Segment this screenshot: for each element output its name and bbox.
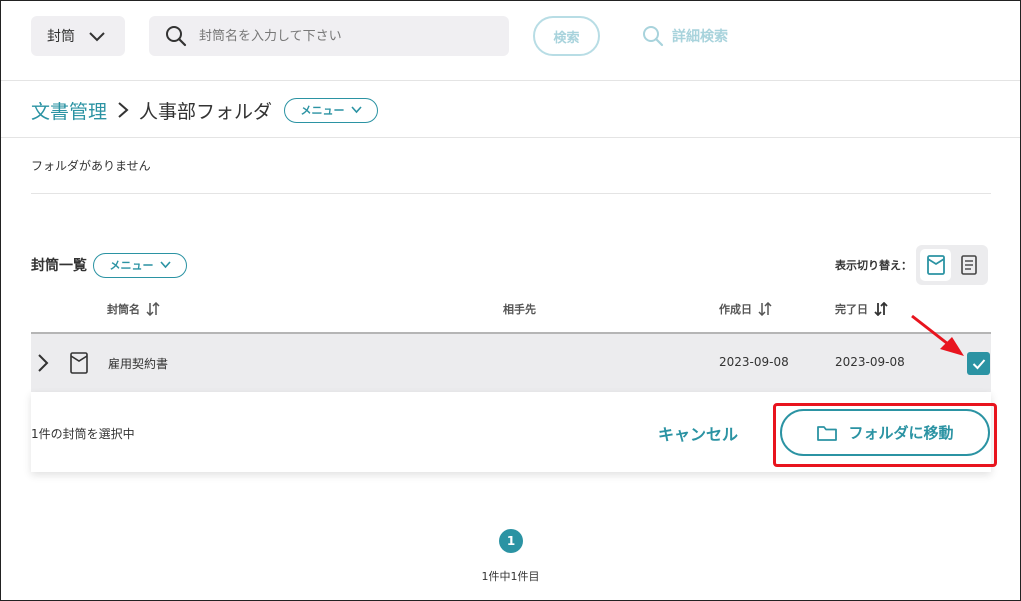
row-envelope-name[interactable]: 雇用契約書: [108, 355, 168, 372]
chevron-right-icon[interactable]: [37, 353, 49, 373]
cancel-button[interactable]: キャンセル: [653, 420, 743, 446]
pagination-info: 1件中1件目: [481, 570, 540, 583]
type-select[interactable]: 封筒: [31, 16, 125, 56]
folder-icon: [817, 425, 838, 441]
envelope-list-title-text: 封筒一覧: [31, 258, 87, 274]
chevron-down-icon: [89, 32, 105, 42]
envelope-view-button[interactable]: [920, 249, 951, 281]
table-row[interactable]: 雇用契約書 2023-09-08 2023-09-08: [31, 334, 991, 392]
advanced-search-label: 詳細検索: [672, 29, 728, 45]
sort-icon: [146, 302, 160, 316]
envelope-menu-button[interactable]: メニュー: [93, 252, 187, 278]
no-folder-message: フォルダがありません: [31, 159, 151, 173]
column-header-name[interactable]: 封筒名: [107, 300, 160, 318]
top-header: 封筒 検索 詳細検索: [0, 0, 1021, 81]
arrow-annotation-icon: [911, 314, 964, 356]
type-select-value: 封筒: [47, 29, 75, 45]
section-divider: [31, 193, 991, 194]
envelope-menu-label: メニュー: [109, 259, 154, 272]
chevron-right-icon: [117, 101, 129, 119]
search-button[interactable]: 検索: [533, 16, 600, 56]
advanced-search-link[interactable]: 詳細検索: [642, 24, 728, 48]
column-header-recipient-label: 相手先: [503, 303, 536, 316]
chevron-down-icon: [159, 261, 171, 269]
folder-menu-label: メニュー: [300, 104, 345, 117]
page-number-button[interactable]: 1: [499, 529, 523, 553]
row-created-date: 2023-09-08: [719, 355, 789, 369]
view-switch: 表示切り替え：: [835, 245, 988, 285]
envelope-list-title: 封筒一覧 メニュー: [31, 252, 187, 278]
search-icon: [643, 26, 664, 47]
breadcrumb-bar: 文書管理 人事部フォルダ メニュー: [0, 81, 1021, 138]
search-input[interactable]: [199, 16, 499, 56]
chevron-down-icon: [350, 106, 362, 114]
selected-count-text: 1件の封筒を選択中: [31, 427, 135, 441]
column-header-recipient: 相手先: [503, 300, 536, 318]
breadcrumb: 文書管理 人事部フォルダ メニュー: [31, 97, 379, 124]
sort-icon: [874, 302, 888, 316]
check-icon: [972, 358, 985, 369]
selection-action-bar: 1件の封筒を選択中 キャンセル フォルダに移動: [31, 392, 991, 472]
move-to-folder-button[interactable]: フォルダに移動: [780, 409, 990, 456]
move-to-folder-label: フォルダに移動: [848, 424, 954, 442]
folder-menu-button[interactable]: メニュー: [284, 97, 379, 123]
breadcrumb-current: 人事部フォルダ: [139, 100, 273, 123]
search-icon: [166, 26, 187, 47]
column-header-name-label: 封筒名: [107, 303, 140, 316]
envelope-icon: [70, 352, 88, 374]
row-completed-date: 2023-09-08: [835, 355, 905, 369]
view-toggle: [916, 245, 988, 285]
sort-icon: [758, 302, 772, 316]
row-checkbox[interactable]: [967, 352, 990, 375]
column-header-completed-label: 完了日: [835, 303, 868, 316]
breadcrumb-root-link[interactable]: 文書管理: [31, 97, 107, 124]
envelope-icon: [926, 255, 945, 275]
view-switch-label: 表示切り替え：: [835, 259, 912, 272]
document-list-icon: [960, 255, 977, 275]
column-header-completed[interactable]: 完了日: [835, 300, 888, 318]
column-header-created[interactable]: 作成日: [719, 300, 772, 318]
search-box: [149, 16, 509, 56]
column-header-created-label: 作成日: [719, 303, 752, 316]
document-view-button[interactable]: [953, 249, 984, 281]
